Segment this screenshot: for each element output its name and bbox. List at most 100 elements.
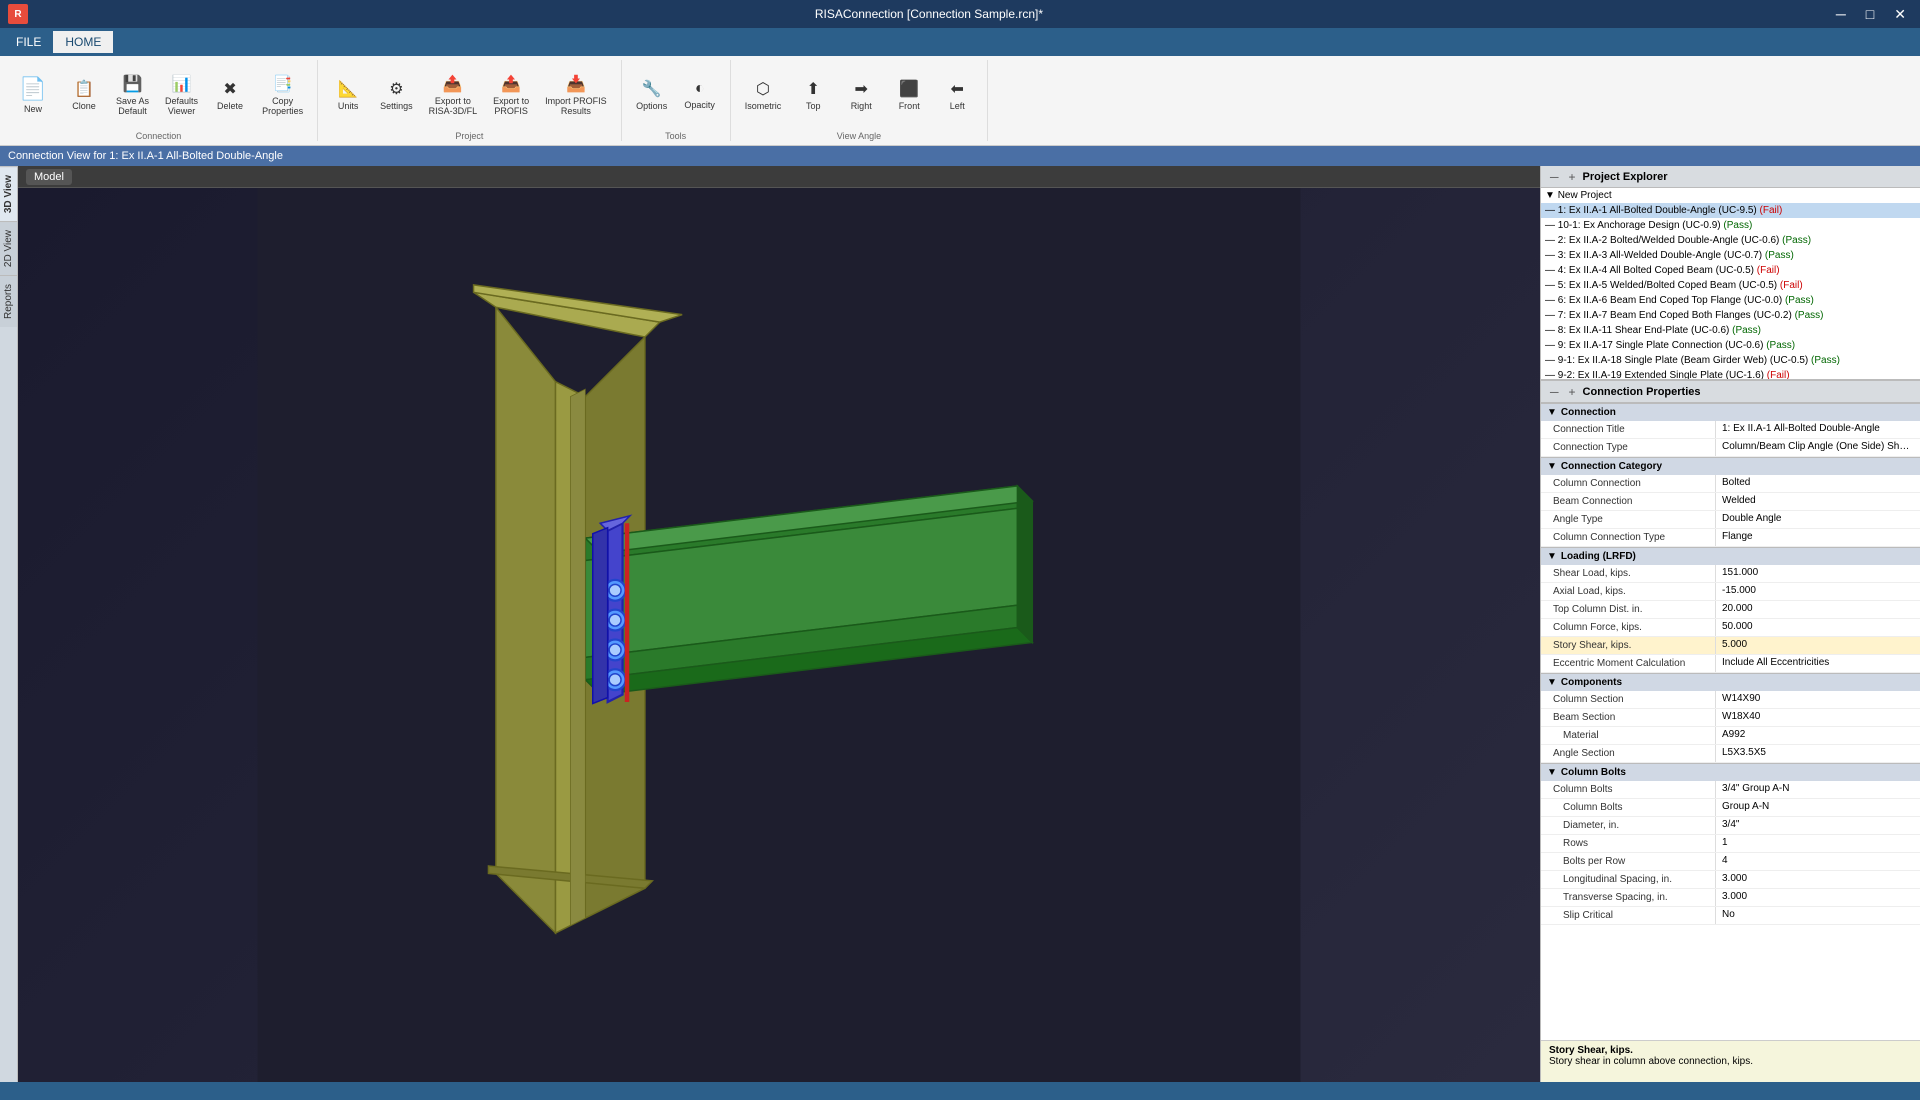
- tree-item-12[interactable]: — 9-2: Ex II.A-19 Extended Single Plate …: [1541, 368, 1920, 379]
- tree-item-2[interactable]: — 10-1: Ex Anchorage Design (UC-0.9) (Pa…: [1541, 218, 1920, 233]
- export-risa-button[interactable]: 📤 Export to RISA-3D/FL: [423, 70, 484, 120]
- section-connection[interactable]: ▼ Connection: [1541, 403, 1920, 421]
- connection-svg: [18, 188, 1540, 1082]
- top-icon: ⬆: [807, 79, 820, 99]
- isometric-button[interactable]: ⬡ Isometric: [739, 75, 788, 115]
- new-icon: 📄: [19, 76, 46, 102]
- explorer-collapse-btn[interactable]: ─: [1547, 170, 1562, 184]
- connection-properties-panel: ─ + Connection Properties ▼ Connection C…: [1541, 381, 1920, 1082]
- tree-item-7[interactable]: — 6: Ex II.A-6 Beam End Coped Top Flange…: [1541, 293, 1920, 308]
- prop-material: Material A992: [1541, 727, 1920, 745]
- section-col-bolts[interactable]: ▼ Column Bolts: [1541, 763, 1920, 781]
- close-button[interactable]: ✕: [1888, 4, 1912, 25]
- project-buttons: 📐 Units ⚙ Settings 📤 Export to RISA-3D/F…: [326, 60, 613, 129]
- prop-trans-spacing: Transverse Spacing, in. 3.000: [1541, 889, 1920, 907]
- prop-eccentric: Eccentric Moment Calculation Include All…: [1541, 655, 1920, 673]
- tree-root[interactable]: ▼ New Project: [1541, 188, 1920, 203]
- prop-top-col-dist: Top Column Dist. in. 20.000: [1541, 601, 1920, 619]
- top-button[interactable]: ⬆ Top: [791, 75, 835, 115]
- ribbon-group-tools: 🔧 Options ◐ Opacity Tools: [622, 60, 731, 141]
- options-icon: 🔧: [642, 79, 662, 99]
- prop-col-conn-type: Column Connection Type Flange: [1541, 529, 1920, 547]
- delete-button[interactable]: ✖ Delete: [208, 75, 252, 115]
- left-tab-reports[interactable]: Reports: [0, 275, 17, 327]
- tooltip-desc: Story shear in column above connection, …: [1549, 1056, 1912, 1067]
- tooltip-title: Story Shear, kips.: [1549, 1045, 1912, 1056]
- section-components[interactable]: ▼ Components: [1541, 673, 1920, 691]
- ribbon-group-project: 📐 Units ⚙ Settings 📤 Export to RISA-3D/F…: [318, 60, 622, 141]
- model-tab[interactable]: Model: [26, 169, 72, 185]
- options-button[interactable]: 🔧 Options: [630, 75, 674, 115]
- viewport: Model: [18, 166, 1540, 1082]
- prop-beam-section: Beam Section W18X40: [1541, 709, 1920, 727]
- copy-properties-button[interactable]: 📑 Copy Properties: [256, 70, 309, 120]
- prop-angle-section: Angle Section L5X3.5X5: [1541, 745, 1920, 763]
- tree-item-10[interactable]: — 9: Ex II.A-17 Single Plate Connection …: [1541, 338, 1920, 353]
- front-button[interactable]: ⬛ Front: [887, 75, 931, 115]
- tree-item-4[interactable]: — 3: Ex II.A-3 All-Welded Double-Angle (…: [1541, 248, 1920, 263]
- left-button[interactable]: ⬅ Left: [935, 75, 979, 115]
- display-buttons: ⬡ Isometric ⬆ Top ➡ Right ⬛ Front ⬅ Left: [739, 60, 980, 129]
- clone-button[interactable]: 📋 Clone: [62, 75, 106, 115]
- tree-item-11[interactable]: — 9-1: Ex II.A-18 Single Plate (Beam Gir…: [1541, 353, 1920, 368]
- settings-button[interactable]: ⚙ Settings: [374, 75, 419, 115]
- menu-file[interactable]: FILE: [4, 31, 53, 53]
- export-profis-icon: 📤: [501, 74, 521, 94]
- isometric-icon: ⬡: [756, 79, 770, 99]
- titlebar: R RISAConnection [Connection Sample.rcn]…: [0, 0, 1920, 28]
- opacity-icon: ◐: [695, 80, 705, 98]
- left-tab-2d[interactable]: 2D View: [0, 221, 17, 275]
- units-button[interactable]: 📐 Units: [326, 75, 370, 115]
- settings-icon: ⚙: [389, 79, 403, 99]
- tree-item-9[interactable]: — 8: Ex II.A-11 Shear End-Plate (UC-0.6)…: [1541, 323, 1920, 338]
- prop-bolts-per-row: Bolts per Row 4: [1541, 853, 1920, 871]
- tree-item-1[interactable]: — 1: Ex II.A-1 All-Bolted Double-Angle (…: [1541, 203, 1920, 218]
- front-icon: ⬛: [899, 79, 919, 99]
- ribbon-group-display: ⬡ Isometric ⬆ Top ➡ Right ⬛ Front ⬅ Left…: [731, 60, 989, 141]
- defaults-viewer-button[interactable]: 📊 Defaults Viewer: [159, 70, 204, 120]
- prop-col-force: Column Force, kips. 50.000: [1541, 619, 1920, 637]
- ribbon-group-connection: 📄 New 📋 Clone 💾 Save As Default 📊 Defaul…: [0, 60, 318, 141]
- titlebar-controls: ─ □ ✕: [1830, 4, 1912, 25]
- props-collapse-btn[interactable]: ─: [1547, 385, 1562, 399]
- units-icon: 📐: [338, 79, 358, 99]
- minimize-button[interactable]: ─: [1830, 4, 1852, 25]
- left-tabs: 3D View 2D View Reports: [0, 166, 18, 1082]
- save-icon: 💾: [123, 74, 143, 94]
- import-profis-button[interactable]: 📥 Import PROFIS Results: [539, 70, 613, 120]
- prop-diameter: Diameter, in. 3/4": [1541, 817, 1920, 835]
- connection-3d-view[interactable]: [18, 188, 1540, 1082]
- prop-rows: Rows 1: [1541, 835, 1920, 853]
- connection-buttons: 📄 New 📋 Clone 💾 Save As Default 📊 Defaul…: [8, 60, 309, 129]
- maximize-button[interactable]: □: [1860, 4, 1880, 25]
- prop-beam-conn: Beam Connection Welded: [1541, 493, 1920, 511]
- prop-shear-load: Shear Load, kips. 151.000: [1541, 565, 1920, 583]
- tree-item-6[interactable]: — 5: Ex II.A-5 Welded/Bolted Coped Beam …: [1541, 278, 1920, 293]
- properties-list: ▼ Connection Connection Title 1: Ex II.A…: [1541, 403, 1920, 1040]
- prop-col-section: Column Section W14X90: [1541, 691, 1920, 709]
- tree-item-5[interactable]: — 4: Ex II.A-4 All Bolted Coped Beam (UC…: [1541, 263, 1920, 278]
- prop-axial-load: Axial Load, kips. -15.000: [1541, 583, 1920, 601]
- prop-angle-type: Angle Type Double Angle: [1541, 511, 1920, 529]
- left-tab-3d[interactable]: 3D View: [0, 166, 17, 221]
- tree-item-3[interactable]: — 2: Ex II.A-2 Bolted/Welded Double-Angl…: [1541, 233, 1920, 248]
- props-add-btn[interactable]: +: [1566, 385, 1579, 399]
- property-tooltip: Story Shear, kips. Story shear in column…: [1541, 1040, 1920, 1082]
- section-loading[interactable]: ▼ Loading (LRFD): [1541, 547, 1920, 565]
- menu-home[interactable]: HOME: [53, 31, 113, 53]
- prop-connection-title: Connection Title 1: Ex II.A-1 All-Bolted…: [1541, 421, 1920, 439]
- tree-item-8[interactable]: — 7: Ex II.A-7 Beam End Coped Both Flang…: [1541, 308, 1920, 323]
- connection-group-label: Connection: [136, 129, 182, 141]
- opacity-button[interactable]: ◐ Opacity: [678, 76, 722, 114]
- section-category[interactable]: ▼ Connection Category: [1541, 457, 1920, 475]
- save-as-default-button[interactable]: 💾 Save As Default: [110, 70, 155, 120]
- import-profis-icon: 📥: [566, 74, 586, 94]
- viewport-header: Model: [18, 166, 1540, 188]
- export-profis-button[interactable]: 📤 Export to PROFIS: [487, 70, 535, 120]
- project-tree: ▼ New Project — 1: Ex II.A-1 All-Bolted …: [1541, 188, 1920, 379]
- explorer-add-btn[interactable]: +: [1566, 170, 1579, 184]
- prop-col-bolts-group: Column Bolts 3/4" Group A-N: [1541, 781, 1920, 799]
- app-icon: R: [8, 4, 28, 24]
- new-button[interactable]: 📄 New: [8, 72, 58, 118]
- right-button[interactable]: ➡ Right: [839, 75, 883, 115]
